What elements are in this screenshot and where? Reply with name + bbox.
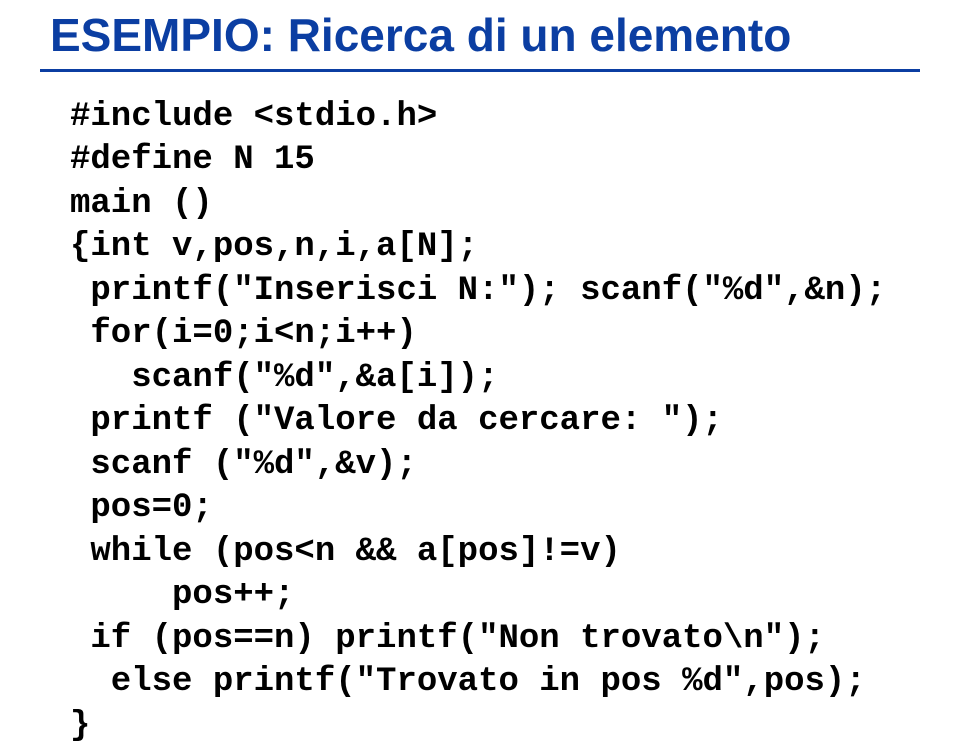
code-line: } — [70, 707, 90, 745]
code-line: pos=0; — [70, 489, 213, 527]
code-line: main () — [70, 185, 213, 223]
code-line: scanf ("%d",&v); — [70, 446, 417, 484]
code-line: #include <stdio.h> — [70, 98, 437, 136]
code-line: for(i=0;i<n;i++) — [70, 315, 417, 353]
slide-container: ESEMPIO: Ricerca di un elemento #include… — [0, 0, 960, 654]
code-line: else printf("Trovato in pos %d",pos); — [70, 663, 866, 701]
code-line: pos++; — [70, 576, 294, 614]
slide-title: ESEMPIO: Ricerca di un elemento — [50, 10, 920, 61]
code-line: printf ("Valore da cercare: "); — [70, 402, 723, 440]
code-line: while (pos<n && a[pos]!=v) — [70, 533, 621, 571]
code-line: {int v,pos,n,i,a[N]; — [70, 228, 478, 266]
code-line: scanf("%d",&a[i]); — [70, 359, 498, 397]
code-block: #include <stdio.h> #define N 15 main () … — [70, 96, 920, 748]
title-underline — [40, 69, 920, 72]
code-line: if (pos==n) printf("Non trovato\n"); — [70, 620, 825, 658]
code-line: printf("Inserisci N:"); scanf("%d",&n); — [70, 272, 886, 310]
code-line: #define N 15 — [70, 141, 315, 179]
